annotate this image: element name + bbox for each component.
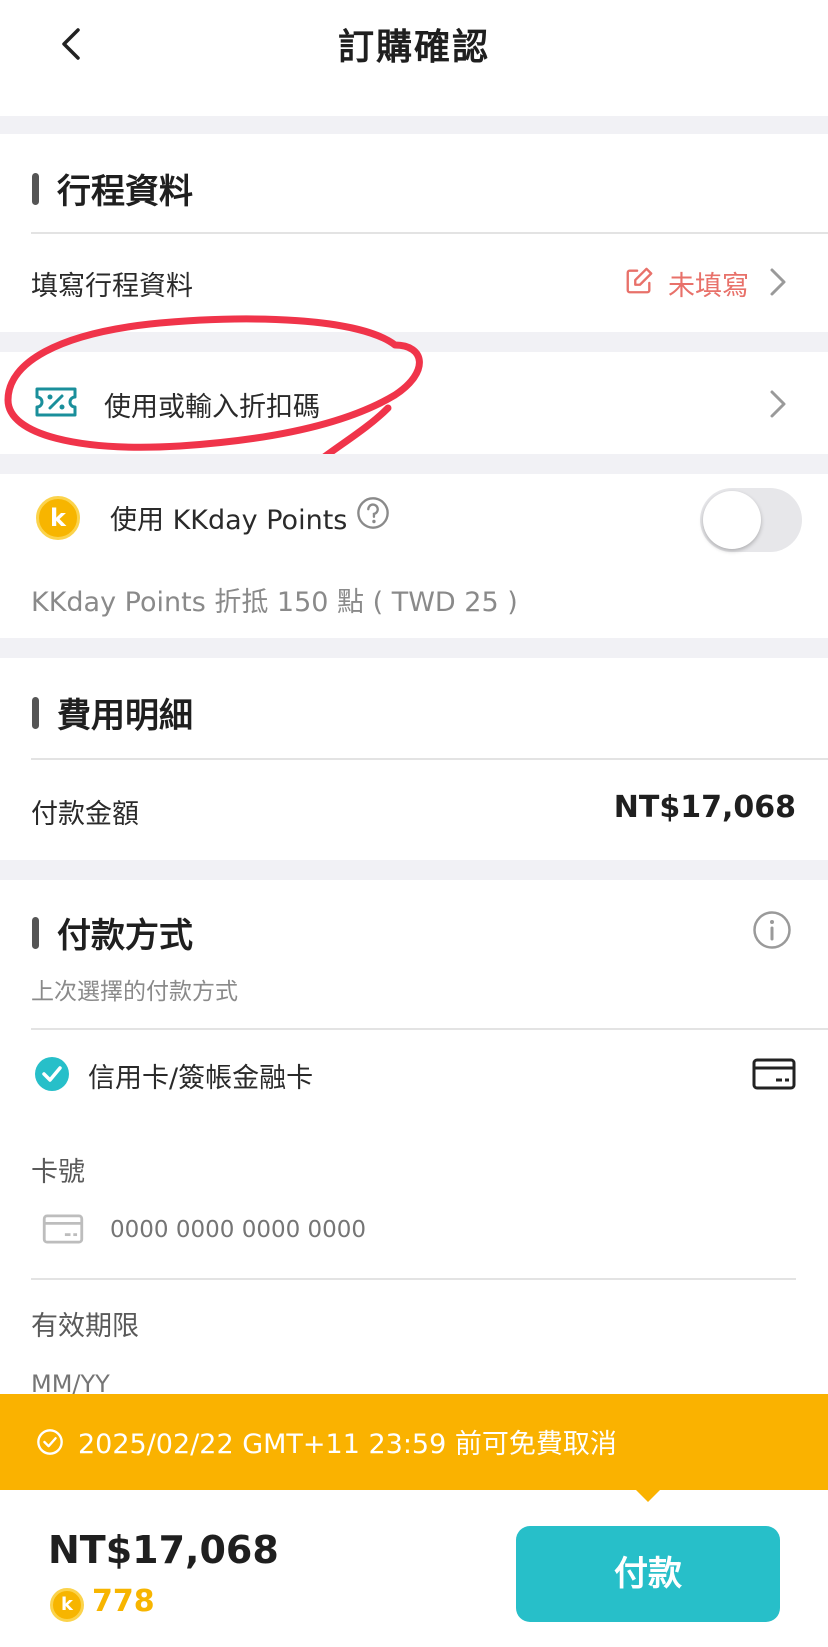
payment-method-section: 付款方式 上次選擇的付款方式 信用卡/簽帳金融卡 卡號 有效期限 [0, 880, 828, 1394]
coupon-icon [35, 387, 77, 417]
trip-section-title-text: 行程資料 [57, 172, 193, 212]
payment-amount-label: 付款金額 [31, 799, 139, 830]
info-icon[interactable] [752, 910, 792, 950]
credit-card-icon [42, 1214, 84, 1244]
title-accent-bar [32, 696, 39, 729]
credit-card-icon [752, 1058, 796, 1090]
divider [31, 758, 828, 760]
payment-subtitle: 上次選擇的付款方式 [31, 979, 238, 1005]
toggle-knob [703, 491, 761, 549]
use-points-toggle[interactable] [700, 488, 802, 552]
kkday-coin-icon: k [36, 496, 80, 540]
use-points-label: 使用 KKday Points [110, 505, 348, 536]
trip-section-title: 行程資料 [32, 164, 193, 213]
kkday-coin-icon: k [50, 1588, 84, 1622]
points-discount-note: KKday Points 折抵 150 點 ( TWD 25 ) [31, 587, 518, 618]
edit-icon [626, 267, 653, 294]
expiry-label: 有效期限 [31, 1311, 139, 1342]
discount-code-label: 使用或輸入折扣碼 [104, 392, 320, 423]
trip-info-section: 行程資料 填寫行程資料 未填寫 [0, 134, 828, 332]
section-gap [0, 638, 828, 658]
credit-card-label: 信用卡/簽帳金融卡 [88, 1063, 314, 1094]
section-gap [0, 332, 828, 352]
section-gap [0, 860, 828, 880]
section-gap [0, 454, 828, 474]
pay-button[interactable]: 付款 [516, 1526, 780, 1622]
fill-trip-info-label: 填寫行程資料 [31, 271, 193, 302]
kkday-points-section: k 使用 KKday Points KKday Points 折抵 150 點 … [0, 474, 828, 638]
check-circle-outline-icon [37, 1429, 63, 1455]
check-circle-icon [35, 1057, 69, 1091]
banner-pointer [634, 1488, 662, 1502]
page-title: 訂購確認 [337, 27, 490, 68]
expiry-input[interactable] [31, 1364, 431, 1394]
total-price: NT$17,068 [48, 1528, 279, 1572]
card-number-input[interactable] [110, 1210, 790, 1250]
fee-section-title: 費用明細 [32, 688, 193, 737]
points-earned: 778 [92, 1584, 155, 1619]
payment-section-title: 付款方式 [32, 908, 193, 957]
title-accent-bar [32, 172, 39, 205]
payment-amount-value: NT$17,068 [613, 790, 796, 825]
fee-details-section: 費用明細 付款金額 NT$17,068 [0, 658, 828, 860]
divider [31, 1278, 796, 1280]
help-icon[interactable] [356, 496, 390, 530]
fill-trip-info-row[interactable]: 填寫行程資料 未填寫 [0, 234, 828, 332]
trip-info-status: 未填寫 [668, 271, 749, 302]
chevron-right-icon [770, 268, 786, 296]
payment-section-title-text: 付款方式 [57, 916, 193, 956]
chevron-right-icon [770, 390, 786, 418]
discount-code-row[interactable]: 使用或輸入折扣碼 [0, 352, 828, 454]
fee-section-title-text: 費用明細 [57, 696, 193, 736]
card-number-label: 卡號 [31, 1157, 85, 1188]
title-accent-bar [32, 916, 39, 949]
header-bar: 訂購確認 [0, 0, 828, 116]
free-cancellation-banner: 2025/02/22 GMT+11 23:59 前可免費取消 [0, 1394, 828, 1490]
section-gap [0, 116, 828, 134]
free-cancellation-text: 2025/02/22 GMT+11 23:59 前可免費取消 [78, 1429, 617, 1460]
credit-card-option[interactable]: 信用卡/簽帳金融卡 [0, 1030, 828, 1116]
